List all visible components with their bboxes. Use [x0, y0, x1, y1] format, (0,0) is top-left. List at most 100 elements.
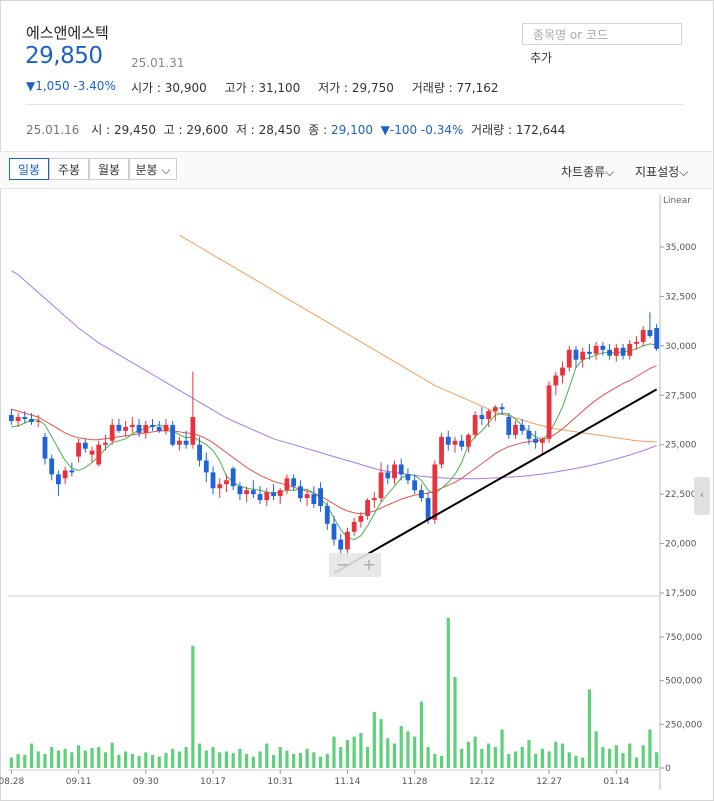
- candle-body: [264, 492, 270, 501]
- chevron-down-icon: ⌵: [157, 163, 171, 177]
- volume-bar: [231, 753, 235, 768]
- volume-bar: [97, 747, 101, 768]
- volume-bar: [419, 701, 423, 768]
- volume-bar: [534, 754, 538, 768]
- volume-bar: [345, 740, 350, 768]
- volume-bar: [265, 743, 269, 768]
- price-tick-label: 20,000: [665, 540, 697, 550]
- volume-bar: [379, 719, 383, 768]
- candle-body: [580, 351, 586, 360]
- candle-body: [432, 464, 438, 520]
- chevron-left-icon[interactable]: ‹: [694, 477, 710, 515]
- volume-bar: [204, 750, 208, 768]
- candle-body: [533, 438, 539, 443]
- volume-bar: [507, 754, 511, 768]
- indicator-menu[interactable]: 지표설정⌵: [635, 163, 688, 180]
- zoom-in-icon[interactable]: +: [362, 555, 375, 574]
- price-chart[interactable]: Linear 35,000 32,500 30,000 27,500 25,000 22,5…: [0, 188, 712, 798]
- candle-body: [210, 472, 216, 489]
- candle-body: [217, 484, 223, 489]
- volume-tick-label: 0: [665, 764, 671, 774]
- day-stats: 시가 : 30,900 고가 : 31,100 저가 : 29,750 거래량 …: [131, 79, 513, 96]
- price-tick-label: 27,500: [665, 391, 697, 401]
- low-stat: 저가 : 29,750: [318, 81, 394, 95]
- volume-bar: [634, 757, 639, 768]
- candle-body: [156, 426, 162, 431]
- candle-body: [331, 523, 337, 540]
- candle-body: [170, 424, 176, 445]
- candle-body: [244, 490, 250, 495]
- candle-body: [365, 500, 371, 516]
- volume-bar: [144, 752, 148, 768]
- volume-bar: [191, 645, 195, 768]
- candle-body: [49, 458, 55, 475]
- volume-bar: [554, 741, 558, 768]
- candle-body: [15, 417, 21, 421]
- tab-monthly[interactable]: 월봉: [89, 158, 129, 180]
- tab-minute[interactable]: 분봉 ⌵: [129, 158, 177, 180]
- tab-weekly[interactable]: 주봉: [49, 158, 89, 180]
- candle-body: [271, 492, 276, 497]
- volume-bar: [285, 750, 289, 768]
- volume-bar: [446, 617, 450, 768]
- volume-bar: [500, 729, 504, 768]
- candle-body: [513, 424, 518, 435]
- date-tick-label: 12.12: [469, 777, 495, 787]
- candle-body: [190, 417, 196, 445]
- candle-body: [177, 440, 182, 445]
- candle-body: [566, 349, 572, 368]
- volume-bar: [648, 729, 652, 768]
- high-stat: 고가 : 31,100: [224, 81, 301, 95]
- volume-bar: [366, 747, 370, 768]
- volume-bar: [628, 743, 632, 768]
- candle-body: [291, 478, 297, 487]
- volume-bar: [621, 753, 625, 768]
- prev-high: 고 : 29,600: [163, 123, 229, 137]
- volume-bar: [9, 757, 13, 768]
- add-compare-button[interactable]: 추가: [530, 49, 552, 66]
- chart-type-label: 차트종류: [561, 165, 606, 179]
- candle-body: [230, 468, 236, 487]
- candle-body: [42, 436, 48, 459]
- volume-bar: [70, 752, 74, 768]
- candle-body: [324, 506, 330, 524]
- stock-search-input[interactable]: 종목명 or 코드: [522, 23, 682, 45]
- volume-bar: [439, 755, 444, 768]
- volume-bar: [63, 748, 67, 768]
- candle-body: [486, 411, 491, 420]
- tab-daily[interactable]: 일봉: [9, 158, 49, 180]
- volume-bar: [453, 677, 457, 768]
- volume-bar: [581, 757, 585, 768]
- volume-bar: [520, 747, 524, 768]
- zoom-out-icon[interactable]: −: [336, 555, 349, 574]
- price-tick-label: 30,000: [665, 342, 697, 352]
- date-tick-label: 11.28: [402, 777, 428, 787]
- candle-body: [123, 426, 129, 431]
- candle-body: [526, 430, 532, 439]
- candle-body: [492, 407, 498, 412]
- candle-body: [452, 440, 458, 445]
- volume-bar: [271, 754, 276, 768]
- volume-bar: [399, 726, 403, 768]
- candle-body: [593, 345, 599, 354]
- candle-body: [338, 539, 344, 550]
- candle-body: [587, 351, 592, 354]
- volume-bar: [137, 755, 141, 768]
- candle-body: [425, 498, 431, 520]
- volume-bar: [251, 756, 255, 768]
- volume-bar: [332, 736, 336, 768]
- candle-body: [250, 490, 256, 495]
- prev-close: 29,100: [331, 123, 374, 137]
- candle-body: [418, 490, 424, 499]
- ma5-line: [11, 343, 657, 541]
- chevron-down-icon: ⌵: [605, 165, 615, 179]
- volume-tick-label: 500,000: [665, 677, 702, 687]
- candle-body: [654, 328, 660, 349]
- chart-type-menu[interactable]: 차트종류⌵: [561, 163, 614, 180]
- price-change: ▼1,050 -3.40%: [26, 79, 116, 93]
- candle-body: [143, 424, 149, 433]
- volume-bar: [594, 731, 598, 768]
- candle-body: [62, 470, 68, 479]
- volume-bar: [473, 736, 477, 768]
- divider: [26, 104, 684, 105]
